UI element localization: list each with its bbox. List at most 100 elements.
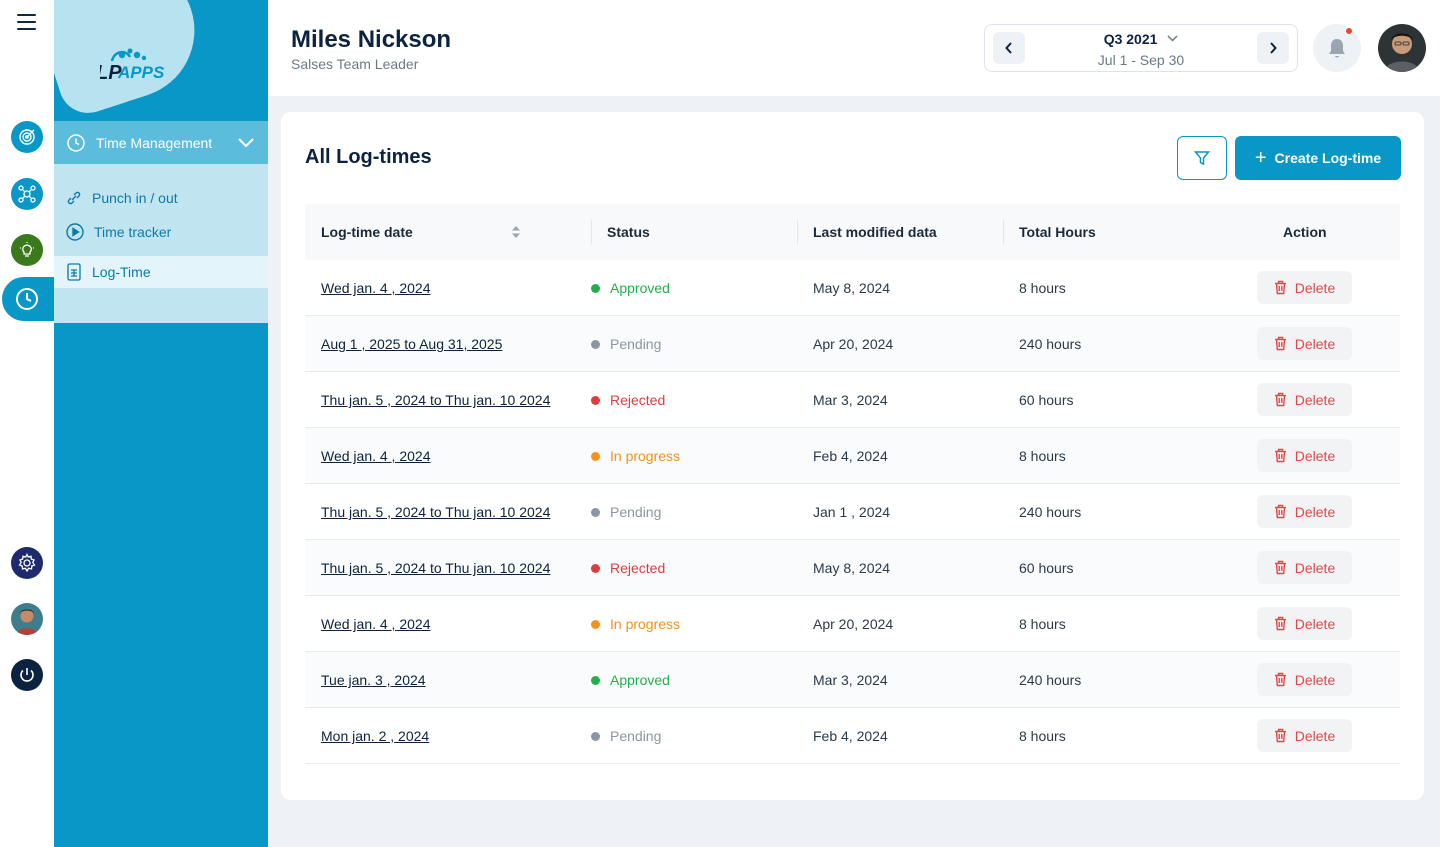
last-modified-cell: Jan 1 , 2024 (813, 504, 891, 520)
table-row: Wed jan. 4 , 2024 Approved May 8, 2024 8 ho… (305, 260, 1400, 316)
total-hours-cell: 240 hours (1019, 504, 1082, 520)
next-period-button[interactable] (1257, 32, 1289, 64)
delete-button[interactable]: Delete (1257, 495, 1352, 528)
period-range: Jul 1 - Sep 30 (1097, 52, 1185, 68)
sidebar-item-punch-in-out[interactable]: Punch in / out (66, 185, 178, 211)
log-time-date-link[interactable]: Wed jan. 4 , 2024 (321, 260, 571, 316)
table-header: Log-time date Status Last modified data … (305, 204, 1400, 260)
lightbulb-app-icon[interactable] (11, 234, 43, 266)
period-dropdown[interactable]: Q3 2021 (985, 31, 1297, 47)
table-row: Thu jan. 5 , 2024 to Thu jan. 10 2024 Rej… (305, 372, 1400, 428)
user-avatar[interactable] (1378, 24, 1426, 72)
trash-icon (1274, 616, 1286, 631)
table-row: Tue jan. 3 , 2024 Approved Mar 3, 2024 240 … (305, 652, 1400, 708)
sort-icon[interactable] (511, 225, 521, 239)
status-cell: Rejected (591, 372, 665, 428)
section-label: Time Management (96, 134, 213, 151)
time-management-section-toggle[interactable]: Time Management (54, 121, 268, 164)
trash-icon (1274, 672, 1286, 687)
column-header-hours: Total Hours (1019, 224, 1096, 240)
sidebar-item-label: Time tracker (94, 224, 172, 240)
log-time-date-link[interactable]: Aug 1 , 2025 to Aug 31, 2025 (321, 316, 571, 372)
notifications-button[interactable] (1313, 24, 1361, 72)
settings-gear-icon[interactable] (11, 547, 43, 579)
status-text: Approved (610, 280, 670, 296)
delete-label: Delete (1294, 559, 1336, 576)
log-time-date-link[interactable]: Tue jan. 3 , 2024 (321, 652, 571, 708)
status-dot (591, 619, 600, 629)
log-time-date-link[interactable]: Wed jan. 4 , 2024 (321, 428, 571, 484)
user-name: Miles Nickson (291, 26, 452, 53)
status-text: In progress (610, 448, 681, 464)
filter-icon (1194, 151, 1210, 166)
column-header-date[interactable]: Log-time date (321, 204, 413, 260)
svg-text:APPS: APPS (117, 63, 165, 82)
bell-icon (1329, 39, 1345, 58)
chevron-down-icon (238, 137, 254, 147)
log-times-table: Log-time date Status Last modified data … (305, 204, 1400, 764)
table-row: Thu jan. 5 , 2024 to Thu jan. 10 2024 Rej… (305, 540, 1400, 596)
log-time-date-link[interactable]: Mon jan. 2 , 2024 (321, 708, 571, 764)
rail-user-avatar[interactable] (11, 603, 43, 635)
sidebar-item-log-time[interactable]: Log-Time (54, 256, 268, 288)
column-divider (1003, 220, 1004, 244)
sidebar-item-time-tracker[interactable]: Time tracker (66, 219, 171, 245)
log-time-date-link[interactable]: Thu jan. 5 , 2024 to Thu jan. 10 2024 (321, 540, 571, 596)
log-times-card: All Log-times + Create Log-time Log-time… (281, 112, 1424, 800)
delete-label: Delete (1294, 671, 1336, 688)
delete-button[interactable]: Delete (1257, 719, 1352, 752)
last-modified-cell: Feb 4, 2024 (813, 448, 888, 464)
total-hours-cell: 60 hours (1019, 560, 1074, 576)
delete-button[interactable]: Delete (1257, 551, 1352, 584)
page-title: All Log-times (305, 146, 432, 168)
delete-label: Delete (1294, 503, 1336, 520)
delete-label: Delete (1294, 335, 1336, 352)
delete-button[interactable]: Delete (1257, 663, 1352, 696)
trash-icon (1274, 280, 1286, 295)
delete-button[interactable]: Delete (1257, 607, 1352, 640)
top-header: Miles Nickson Salses Team Leader Q3 2021… (268, 0, 1440, 96)
chevron-down-icon (1167, 35, 1178, 42)
status-dot (591, 507, 600, 517)
total-hours-cell: 8 hours (1019, 448, 1066, 464)
status-cell: Approved (591, 652, 670, 708)
delete-button[interactable]: Delete (1257, 271, 1352, 304)
status-cell: In progress (591, 428, 680, 484)
total-hours-cell: 240 hours (1019, 336, 1082, 352)
chevron-right-icon (1270, 42, 1277, 54)
delete-button[interactable]: Delete (1257, 383, 1352, 416)
plus-icon: + (1254, 147, 1267, 169)
status-dot (591, 563, 600, 573)
status-dot (591, 731, 600, 741)
sidebar-item-label: Punch in / out (92, 190, 178, 206)
trash-icon (1274, 448, 1286, 463)
network-app-icon[interactable] (11, 178, 43, 210)
play-icon (66, 223, 84, 241)
status-text: Rejected (610, 560, 666, 576)
delete-button[interactable]: Delete (1257, 439, 1352, 472)
power-logout-icon[interactable] (11, 659, 43, 691)
column-divider (797, 220, 798, 244)
status-dot (591, 339, 600, 349)
delete-label: Delete (1294, 615, 1336, 632)
log-time-date-link[interactable]: Thu jan. 5 , 2024 to Thu jan. 10 2024 (321, 484, 571, 540)
hamburger-menu-icon[interactable] (17, 14, 36, 30)
filter-button[interactable] (1177, 136, 1227, 180)
last-modified-cell: Mar 3, 2024 (813, 672, 888, 688)
last-modified-cell: May 8, 2024 (813, 280, 891, 296)
sheet-icon (67, 263, 81, 281)
last-modified-cell: Apr 20, 2024 (813, 336, 894, 352)
table-row: Wed jan. 4 , 2024 In progress Feb 4, 2024 8… (305, 428, 1400, 484)
delete-button[interactable]: Delete (1257, 327, 1352, 360)
log-time-date-link[interactable]: Thu jan. 5 , 2024 to Thu jan. 10 2024 (321, 372, 571, 428)
total-hours-cell: 8 hours (1019, 280, 1066, 296)
delete-label: Delete (1294, 279, 1336, 296)
status-dot (591, 283, 600, 293)
target-app-icon[interactable] (11, 121, 43, 153)
log-time-date-link[interactable]: Wed jan. 4 , 2024 (321, 596, 571, 652)
status-text: Approved (610, 672, 670, 688)
table-row: Thu jan. 5 , 2024 to Thu jan. 10 2024 Pen… (305, 484, 1400, 540)
time-management-app-icon[interactable] (2, 277, 54, 321)
clock-icon (67, 133, 85, 152)
create-log-time-button[interactable]: + Create Log-time (1235, 136, 1401, 180)
